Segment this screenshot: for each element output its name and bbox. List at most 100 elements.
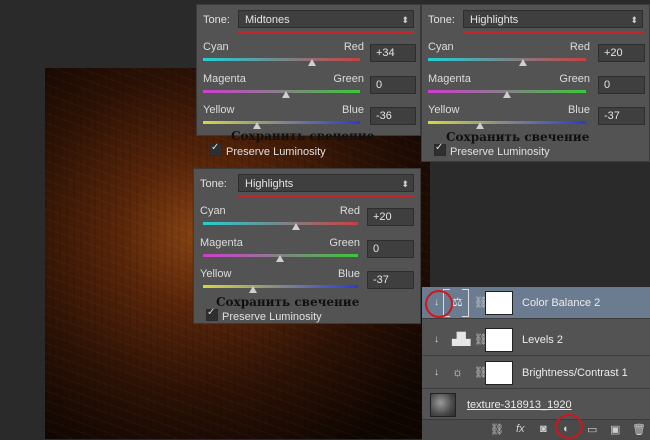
slider-value-field[interactable]: +34 (370, 44, 416, 62)
tone-select[interactable]: Midtones ⬍ (238, 10, 414, 28)
selection-bracket (462, 289, 469, 317)
color-balance-panel-highlights-center: Tone: Highlights ⬍ Cyan Red +20 Magenta … (193, 168, 421, 324)
mask-icon[interactable]: ◙ (540, 423, 547, 435)
tone-select[interactable]: Highlights ⬍ (238, 174, 414, 192)
tone-select[interactable]: Highlights ⬍ (463, 10, 643, 28)
tone-underline (463, 31, 643, 33)
slider-thumb[interactable] (249, 286, 257, 293)
layer-levels-2[interactable]: ↓ ▟▙ ⛓ Levels 2 (422, 324, 650, 356)
slider-value-field[interactable]: 0 (370, 76, 416, 94)
tone-row: Tone: Midtones ⬍ (203, 10, 414, 33)
slider-left-label: Yellow (428, 104, 460, 116)
slider-left-label: Magenta (203, 73, 246, 85)
slider-left-label: Cyan (200, 205, 226, 217)
slider-thumb[interactable] (503, 91, 511, 98)
layer-name[interactable]: texture-318913_1920 (467, 399, 572, 411)
slider-value-field[interactable]: 0 (598, 76, 645, 94)
yellow-blue-track[interactable] (203, 121, 360, 124)
slider-right-label: Green (559, 73, 590, 85)
layer-mask-thumbnail[interactable] (485, 291, 513, 315)
yellow-blue-track[interactable] (428, 121, 586, 124)
preserve-luminosity-checkbox[interactable]: Preserve Luminosity (206, 307, 322, 323)
checkbox-icon[interactable] (206, 307, 218, 321)
slider-value-field[interactable]: +20 (367, 208, 414, 226)
tone-row: Tone: Highlights ⬍ (200, 174, 414, 197)
trash-icon[interactable]: 🗑 (632, 423, 646, 436)
image-thumbnail[interactable] (430, 393, 456, 417)
tone-select-value: Midtones (245, 14, 290, 26)
slider-left-label: Magenta (428, 73, 471, 85)
chevron-updown-icon: ⬍ (630, 15, 638, 25)
slider-right-label: Red (339, 205, 360, 217)
slider-right-label: Blue (567, 104, 590, 116)
slider-left-label: Yellow (200, 268, 232, 280)
tone-row: Tone: Highlights ⬍ (428, 10, 643, 33)
color-balance-panel-highlights-right: Tone: Highlights ⬍ Cyan Red +20 Magenta … (421, 4, 650, 162)
annotation-circle (555, 414, 583, 439)
slider-right-label: Red (343, 41, 364, 53)
layer-color-balance-2[interactable]: ↓ ⚖ ⛓ Color Balance 2 (422, 287, 650, 319)
russian-caption: Сохранить свечение (216, 295, 360, 309)
slider-value-field[interactable]: +20 (598, 44, 645, 62)
slider-thumb[interactable] (292, 223, 300, 230)
slider-right-label: Green (329, 237, 360, 249)
preserve-luminosity-checkbox[interactable]: Preserve Luminosity (210, 142, 326, 158)
checkbox-icon[interactable] (210, 142, 222, 156)
preserve-luminosity-checkbox[interactable]: Preserve Luminosity (434, 142, 550, 158)
tone-label: Tone: (200, 178, 227, 190)
chevron-updown-icon: ⬍ (401, 15, 409, 25)
slider-thumb[interactable] (253, 122, 261, 129)
slider-thumb[interactable] (282, 91, 290, 98)
chevron-updown-icon: ⬍ (401, 179, 409, 189)
slider-right-label: Blue (337, 268, 360, 280)
layer-name[interactable]: Brightness/Contrast 1 (522, 367, 628, 379)
layers-panel: ↓ ⚖ ⛓ Color Balance 2 ↓ ▟▙ ⛓ Levels 2 ↓ … (422, 287, 650, 440)
new-layer-icon[interactable]: ▣ (610, 423, 620, 436)
slider-thumb[interactable] (308, 59, 316, 66)
preserve-label: Preserve Luminosity (450, 146, 550, 158)
layer-texture[interactable]: texture-318913_1920 (422, 389, 650, 421)
layers-toolbar: ⛓ fx ◙ ◐ ▭ ▣ 🗑 (422, 419, 650, 440)
tone-select-value: Highlights (245, 178, 294, 190)
layer-brightness-contrast-1[interactable]: ↓ ☼ ⛓ Brightness/Contrast 1 (422, 357, 650, 389)
clip-arrow-icon[interactable]: ↓ (434, 367, 439, 378)
slider-right-label: Green (333, 73, 364, 85)
slider-right-label: Blue (341, 104, 364, 116)
tone-underline (238, 195, 414, 197)
layer-name[interactable]: Levels 2 (522, 334, 563, 346)
levels-icon: ▟▙ (452, 332, 471, 346)
tone-underline (238, 31, 414, 33)
layer-mask-thumbnail[interactable] (485, 361, 513, 385)
cyan-red-track[interactable] (203, 222, 358, 225)
cyan-red-track[interactable] (203, 58, 360, 61)
russian-caption: Сохранить свечение (231, 129, 375, 143)
slider-left-label: Magenta (200, 237, 243, 249)
slider-value-field[interactable]: -37 (598, 107, 645, 125)
link-icon[interactable]: ⛓ (490, 423, 504, 436)
preserve-label: Preserve Luminosity (222, 311, 322, 323)
slider-left-label: Cyan (203, 41, 229, 53)
color-balance-panel-midtones: Tone: Midtones ⬍ Cyan Red +34 Magenta Gr… (196, 4, 421, 143)
cyan-red-track[interactable] (428, 58, 586, 61)
slider-thumb[interactable] (276, 255, 284, 262)
tone-label: Tone: (203, 14, 230, 26)
slider-thumb[interactable] (519, 59, 527, 66)
slider-left-label: Yellow (203, 104, 235, 116)
brightness-icon: ☼ (452, 365, 463, 379)
slider-value-field[interactable]: -36 (370, 107, 416, 125)
annotation-circle (425, 290, 453, 318)
tone-label: Tone: (428, 14, 455, 26)
slider-value-field[interactable]: -37 (367, 271, 414, 289)
layer-name[interactable]: Color Balance 2 (522, 297, 600, 309)
slider-right-label: Red (569, 41, 590, 53)
yellow-blue-track[interactable] (203, 285, 358, 288)
layer-mask-thumbnail[interactable] (485, 328, 513, 352)
folder-icon[interactable]: ▭ (587, 423, 597, 436)
checkbox-icon[interactable] (434, 142, 446, 156)
slider-thumb[interactable] (476, 122, 484, 129)
tone-select-value: Highlights (470, 14, 519, 26)
clip-arrow-icon[interactable]: ↓ (434, 334, 439, 345)
preserve-label: Preserve Luminosity (226, 146, 326, 158)
slider-value-field[interactable]: 0 (367, 240, 414, 258)
fx-icon[interactable]: fx (516, 423, 525, 435)
